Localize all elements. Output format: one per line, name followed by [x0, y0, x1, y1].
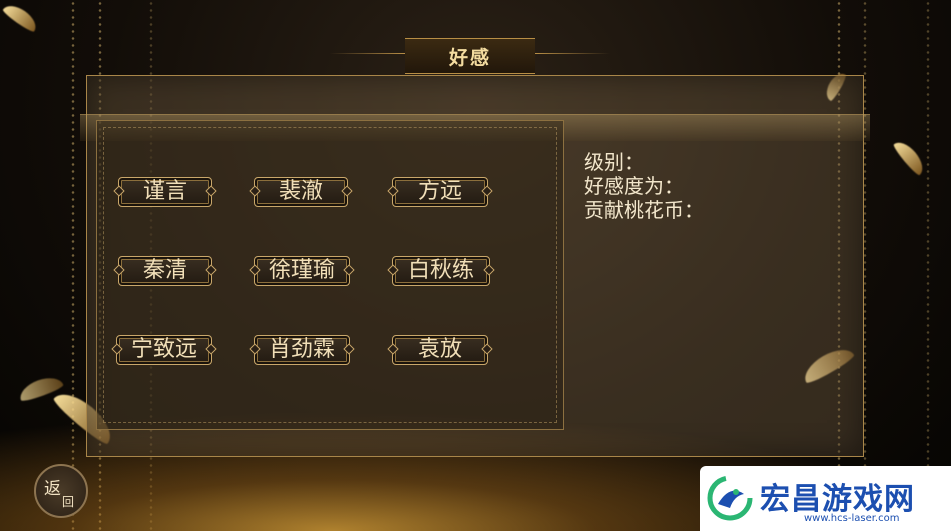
back-button[interactable]: 返 回 [34, 464, 88, 518]
character-button-xiaojinlin[interactable]: 肖劲霖 [254, 335, 350, 365]
back-button-label-2: 回 [62, 495, 75, 509]
character-button-ningzhiyuan[interactable]: 宁致远 [116, 335, 212, 365]
feather-decoration [891, 137, 929, 177]
affection-label: 好感度为： [584, 174, 684, 198]
page-title: 好感 [448, 46, 491, 69]
character-button-xujinyu[interactable]: 徐瑾瑜 [254, 256, 350, 286]
title-ornament-line [535, 53, 610, 54]
character-button-jinyan[interactable]: 谨言 [118, 177, 212, 207]
peach-coin-label: 贡献桃花币： [584, 198, 704, 222]
character-button-qinqing[interactable]: 秦清 [118, 256, 212, 286]
back-button-label-1: 返 [44, 479, 61, 499]
title-ornament-line [330, 53, 405, 54]
character-button-yuanfang[interactable]: 袁放 [392, 335, 488, 365]
watermark-url: www.hcs-laser.com [804, 513, 900, 524]
title-banner: 好感 [405, 38, 535, 74]
character-button-baiqiulian[interactable]: 白秋练 [392, 256, 490, 286]
watermark: 宏昌游戏网 www.hcs-laser.com [700, 466, 951, 531]
character-button-peiche[interactable]: 裴澈 [254, 177, 348, 207]
level-label: 级别： [584, 150, 644, 174]
watermark-title: 宏昌游戏网 [760, 482, 915, 517]
feather-decoration [1, 0, 41, 34]
dragon-logo-icon [707, 475, 753, 521]
character-button-fangyuan[interactable]: 方远 [392, 177, 488, 207]
